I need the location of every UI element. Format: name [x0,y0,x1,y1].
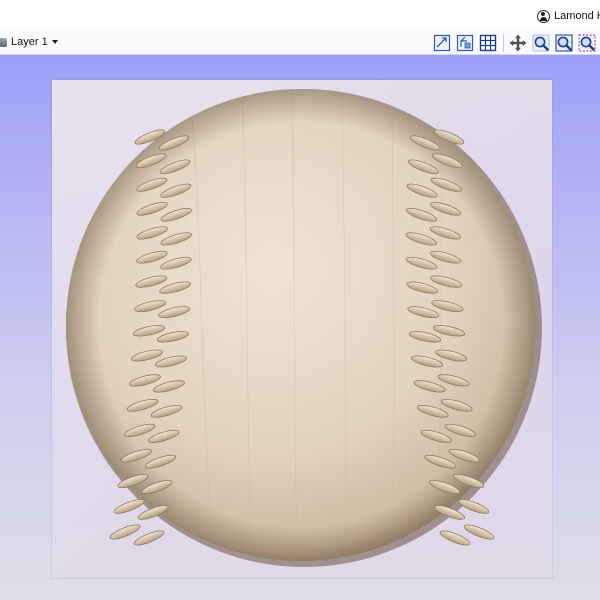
zoom-extents-button[interactable] [554,33,574,53]
baseball-rim [66,89,536,561]
left-seam-stitch [109,524,141,540]
left-seam-stitch [133,530,165,546]
user-name: Lamond H [554,10,600,22]
right-seam-stitch [439,530,471,546]
user-icon [537,9,550,23]
view-isometric-button[interactable] [455,33,475,53]
grid-icon [479,34,497,51]
grid-button[interactable] [478,33,498,53]
baseball-model [66,89,542,567]
title-bar: Lamond H [0,0,600,30]
pan-icon [509,34,527,51]
right-seam-stitch [463,524,495,540]
pan-button[interactable] [508,33,528,53]
view-isometric-icon [456,34,474,51]
model-material-board [52,80,552,578]
zoom-selection-icon [578,33,596,52]
zoom-button[interactable] [531,33,551,53]
view-fit-button[interactable] [432,33,452,53]
toolbar: Layer 1 [0,30,600,55]
view-fit-icon [433,34,451,51]
zoom-selection-button[interactable] [577,33,597,53]
view-tools [432,32,600,53]
layer-icon [0,37,7,47]
chevron-down-icon [51,40,58,44]
left-seam-stitch [113,499,145,514]
zoom-icon [532,34,550,51]
toolbar-separator [503,33,504,52]
zoom-extents-icon [555,33,573,52]
layer-label: Layer 1 [11,36,48,48]
layer-dropdown[interactable]: Layer 1 [0,33,58,51]
3d-viewport[interactable] [0,55,600,600]
user-account[interactable]: Lamond H [537,8,600,24]
